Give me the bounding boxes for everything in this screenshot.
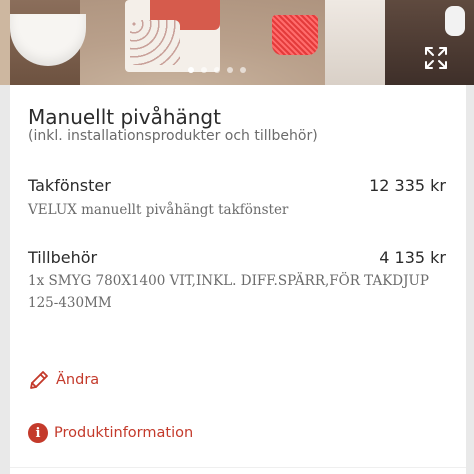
pencil-icon — [30, 371, 48, 389]
expand-gallery-button[interactable] — [416, 38, 456, 78]
gallery-dot-4[interactable] — [227, 67, 233, 73]
item-price-takfonster: 12 335 kr — [369, 176, 446, 195]
pillow-detail — [130, 20, 180, 65]
info-icon: i — [28, 423, 48, 443]
edit-button-label: Ändra — [56, 372, 100, 388]
product-image-gallery[interactable] — [0, 0, 474, 85]
expand-icon — [425, 47, 447, 69]
product-title: Manuellt pivåhängt — [28, 105, 221, 129]
item-label-takfonster: Takfönster — [28, 176, 111, 195]
item-price-tillbehor: 4 135 kr — [379, 248, 446, 267]
product-info-label: Produktinformation — [54, 425, 194, 441]
item-description-tillbehor: 1x SMYG 780X1400 VIT,INKL. DIFF.SPÄRR,FÖ… — [28, 273, 429, 311]
gallery-dot-3[interactable] — [214, 67, 220, 73]
wall-image-detail — [325, 0, 385, 85]
sink-image-detail — [445, 6, 465, 36]
gallery-pagination — [188, 67, 246, 73]
gallery-dot-2[interactable] — [201, 67, 207, 73]
item-label-tillbehor: Tillbehör — [28, 248, 98, 267]
divider — [10, 467, 466, 474]
edit-button[interactable]: Ändra — [28, 369, 99, 391]
basket-image-detail — [272, 15, 318, 55]
item-description-takfonster: VELUX manuellt pivåhängt takfönster — [28, 202, 289, 218]
configuration-summary-card: Manuellt pivåhängt (inkl. installationsp… — [10, 85, 466, 474]
gallery-dot-1[interactable] — [188, 67, 194, 73]
product-info-button[interactable]: i Produktinformation — [28, 423, 193, 443]
product-page: Manuellt pivåhängt (inkl. installationsp… — [0, 0, 474, 474]
product-subtitle: (inkl. installationsprodukter och tillbe… — [28, 128, 318, 144]
gallery-dot-5[interactable] — [240, 67, 246, 73]
